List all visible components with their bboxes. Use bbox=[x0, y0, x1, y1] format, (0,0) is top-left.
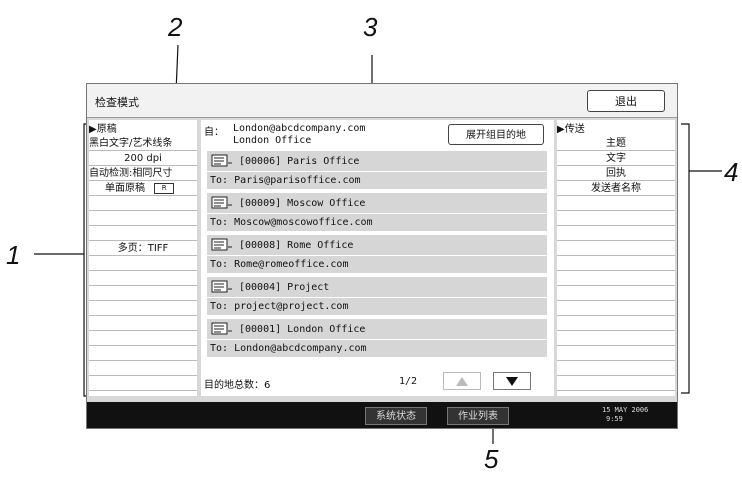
page-up-button[interactable] bbox=[443, 372, 481, 390]
empty-row bbox=[557, 316, 675, 331]
from-name: London Office bbox=[233, 135, 312, 146]
page-down-button[interactable] bbox=[493, 372, 531, 390]
setting-item: 自动检测:相同尺寸 bbox=[89, 166, 197, 181]
send-item: 主题 bbox=[557, 136, 675, 151]
callout-2: 2 bbox=[168, 12, 183, 42]
send-item: 文字 bbox=[557, 151, 675, 166]
email-destination-icon bbox=[211, 280, 232, 293]
empty-row bbox=[557, 361, 675, 376]
status-bar: 系统状态 作业列表 15 MAY 2006 9:59 bbox=[87, 402, 677, 428]
empty-row bbox=[557, 331, 675, 346]
empty-row bbox=[557, 226, 675, 241]
email-destination-icon bbox=[211, 238, 232, 251]
setting-item: 多页：TIFF bbox=[89, 241, 197, 256]
empty-row bbox=[89, 346, 197, 361]
send-item: 回执 bbox=[557, 166, 675, 181]
empty-row bbox=[557, 196, 675, 211]
destination-item[interactable]: [00004] Project To: project@project.com bbox=[206, 276, 548, 316]
callout-4: 4 bbox=[724, 157, 739, 187]
empty-row bbox=[557, 211, 675, 226]
page-indicator: 1/2 bbox=[399, 376, 418, 387]
callout-5: 5 bbox=[484, 444, 499, 474]
panel-header: ▶原稿 bbox=[89, 124, 117, 135]
send-settings-panel: ▶传送 主题 文字 回执 发送者名称 bbox=[557, 120, 675, 396]
empty-row bbox=[89, 226, 197, 241]
empty-row bbox=[89, 211, 197, 226]
destination-item[interactable]: [00008] Rome Office To: Rome@romeoffice.… bbox=[206, 234, 548, 274]
page-orientation-icon: R bbox=[154, 182, 175, 194]
row-divider bbox=[207, 171, 547, 172]
destination-item[interactable]: [00006] Paris Office To: Paris@parisoffi… bbox=[206, 150, 548, 190]
destination-address: To: Paris@parisoffice.com bbox=[210, 175, 361, 186]
from-email: London@abcdcompany.com bbox=[233, 123, 366, 134]
destination-name: [00004] Project bbox=[239, 282, 330, 293]
row-divider bbox=[207, 297, 547, 298]
email-destination-icon bbox=[211, 322, 232, 335]
date-display: 15 MAY 2006 bbox=[602, 406, 649, 414]
setting-item: 黑白文字/艺术线条 bbox=[89, 136, 197, 151]
email-destination-icon bbox=[211, 154, 232, 167]
destination-total: 目的地总数：6 bbox=[204, 380, 271, 391]
setting-label: 单面原稿 bbox=[105, 183, 145, 194]
date-time-display: 15 MAY 2006 9:59 bbox=[602, 406, 648, 424]
empty-row bbox=[557, 376, 675, 391]
empty-row bbox=[557, 256, 675, 271]
expand-group-destination-button[interactable]: 展开组目的地 bbox=[448, 124, 544, 145]
destination-item[interactable]: [00009] Moscow Office To: Moscow@moscowo… bbox=[206, 192, 548, 232]
setting-item: 200 dpi bbox=[89, 151, 197, 166]
empty-row bbox=[557, 301, 675, 316]
job-list-button[interactable]: 作业列表 bbox=[447, 407, 509, 425]
scan-settings-panel: ▶原稿 黑白文字/艺术线条 200 dpi 自动检测:相同尺寸 单面原稿 R 多… bbox=[89, 120, 197, 396]
mode-title: 检查模式 bbox=[95, 96, 139, 109]
row-divider bbox=[207, 213, 547, 214]
empty-row bbox=[557, 346, 675, 361]
destination-address: To: Moscow@moscowoffice.com bbox=[210, 217, 373, 228]
callout-1: 1 bbox=[6, 240, 21, 270]
empty-row bbox=[89, 196, 197, 211]
destination-name: [00009] Moscow Office bbox=[239, 198, 366, 209]
empty-row bbox=[89, 286, 197, 301]
empty-row bbox=[89, 316, 197, 331]
destination-address: To: Rome@romeoffice.com bbox=[210, 259, 349, 270]
triangle-up-icon bbox=[456, 377, 468, 386]
destination-panel: 自： London@abcdcompany.com London Office … bbox=[201, 120, 554, 396]
setting-item: 单面原稿 R bbox=[89, 181, 197, 196]
destination-name: [00008] Rome Office bbox=[239, 240, 354, 251]
destination-address: To: project@project.com bbox=[210, 301, 349, 312]
destination-name: [00001] London Office bbox=[239, 324, 366, 335]
empty-row bbox=[89, 256, 197, 271]
empty-row bbox=[557, 241, 675, 256]
triangle-down-icon bbox=[506, 377, 518, 386]
destination-name: [00006] Paris Office bbox=[239, 156, 360, 167]
row-divider bbox=[207, 339, 547, 340]
exit-button[interactable]: 退出 bbox=[587, 90, 665, 112]
from-label: 自： bbox=[204, 127, 224, 138]
empty-row bbox=[89, 361, 197, 376]
title-bar: 检查模式 退出 bbox=[87, 84, 677, 118]
row-divider bbox=[207, 255, 547, 256]
destination-address: To: London@abcdcompany.com bbox=[210, 343, 367, 354]
panel-header: ▶传送 bbox=[557, 124, 585, 135]
callout-3: 3 bbox=[363, 12, 378, 42]
email-destination-icon bbox=[211, 196, 232, 209]
empty-row bbox=[557, 286, 675, 301]
empty-row bbox=[89, 331, 197, 346]
send-item: 发送者名称 bbox=[557, 181, 675, 196]
empty-row bbox=[89, 301, 197, 316]
empty-row bbox=[557, 271, 675, 286]
empty-row bbox=[89, 271, 197, 286]
system-status-button[interactable]: 系统状态 bbox=[365, 407, 427, 425]
control-panel-screen: 检查模式 退出 ▶原稿 黑白文字/艺术线条 200 dpi 自动检测:相同尺寸 … bbox=[86, 83, 678, 429]
time-display: 9:59 bbox=[606, 415, 623, 423]
destination-item[interactable]: [00001] London Office To: London@abcdcom… bbox=[206, 318, 548, 358]
empty-row bbox=[89, 376, 197, 391]
